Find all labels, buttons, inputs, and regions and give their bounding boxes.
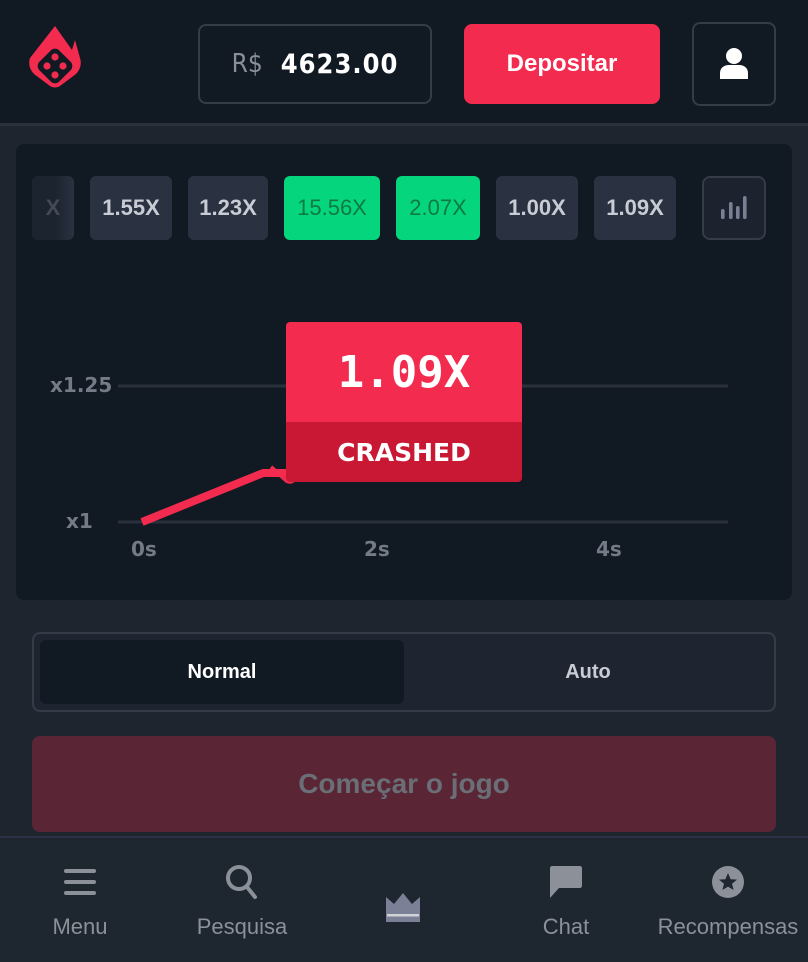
game-panel: X 1.55X 1.23X 15.56X 2.07X 1.00X 1.09X x… bbox=[16, 144, 792, 600]
star-badge-icon bbox=[711, 862, 745, 902]
user-icon bbox=[717, 46, 751, 83]
menu-icon bbox=[63, 862, 97, 902]
bottom-nav: Menu Pesquisa Chat Recompensas bbox=[0, 836, 808, 962]
crash-multiplier: 1.09X bbox=[286, 322, 522, 422]
chip-label: 1.09X bbox=[606, 195, 664, 220]
user-profile-button[interactable] bbox=[692, 22, 776, 106]
stats-button[interactable] bbox=[702, 176, 766, 240]
chip-label: 2.07X bbox=[409, 195, 467, 220]
tab-normal[interactable]: Normal bbox=[40, 640, 404, 704]
crash-chart: x1.25 x1 0s 2s 4s 1.09X CRASHED bbox=[16, 244, 792, 600]
balance-display[interactable]: R$ 4623.00 bbox=[198, 24, 432, 104]
chip-label: 1.55X bbox=[102, 195, 160, 220]
nav-item-menu[interactable]: Menu bbox=[0, 838, 160, 962]
chat-icon bbox=[549, 862, 583, 902]
nav-label: Chat bbox=[542, 914, 590, 939]
tab-auto[interactable]: Auto bbox=[406, 640, 770, 704]
top-header: R$ 4623.00 Depositar bbox=[0, 0, 808, 126]
nav-item-search[interactable]: Pesquisa bbox=[162, 838, 322, 962]
search-icon bbox=[225, 862, 259, 902]
x-tick-label: 4s bbox=[596, 537, 622, 561]
history-chip[interactable]: 1.09X bbox=[594, 176, 676, 240]
chip-label: X bbox=[45, 195, 61, 220]
y-tick-label: x1 bbox=[66, 509, 93, 533]
chip-label: 15.56X bbox=[297, 195, 367, 220]
deposit-button[interactable]: Depositar bbox=[464, 24, 660, 104]
nav-label: Pesquisa bbox=[196, 914, 288, 939]
nav-item-chat[interactable]: Chat bbox=[486, 838, 646, 962]
crashed-label: CRASHED bbox=[286, 422, 522, 482]
chip-label: 1.23X bbox=[199, 195, 257, 220]
nav-label: Menu bbox=[52, 914, 108, 939]
history-chip[interactable]: 1.55X bbox=[90, 176, 172, 240]
history-chip[interactable]: 15.56X bbox=[284, 176, 380, 240]
bar-chart-icon bbox=[719, 193, 749, 224]
mode-switch: Normal Auto bbox=[32, 632, 776, 712]
history-chips: X 1.55X 1.23X 15.56X 2.07X 1.00X 1.09X bbox=[32, 176, 692, 240]
x-tick-label: 2s bbox=[364, 537, 390, 561]
y-tick-label: x1.25 bbox=[50, 373, 113, 397]
history-chip[interactable]: 1.23X bbox=[188, 176, 268, 240]
nav-label: Recompensas bbox=[657, 914, 799, 939]
nav-item-rewards[interactable]: Recompensas bbox=[648, 838, 808, 962]
nav-item-crown[interactable] bbox=[323, 838, 483, 962]
history-chip[interactable]: X bbox=[32, 176, 74, 240]
start-game-button[interactable]: Começar o jogo bbox=[32, 736, 776, 832]
crash-result-badge: 1.09X CRASHED bbox=[286, 322, 522, 482]
currency-symbol: R$ bbox=[231, 49, 263, 79]
balance-amount: 4623.00 bbox=[280, 48, 399, 80]
chip-label: 1.00X bbox=[508, 195, 566, 220]
crown-icon bbox=[385, 888, 421, 928]
multiplier-line bbox=[140, 469, 291, 526]
x-tick-label: 0s bbox=[131, 537, 157, 561]
history-chip[interactable]: 2.07X bbox=[396, 176, 480, 240]
flame-dice-logo-icon[interactable] bbox=[28, 24, 82, 88]
history-chip[interactable]: 1.00X bbox=[496, 176, 578, 240]
